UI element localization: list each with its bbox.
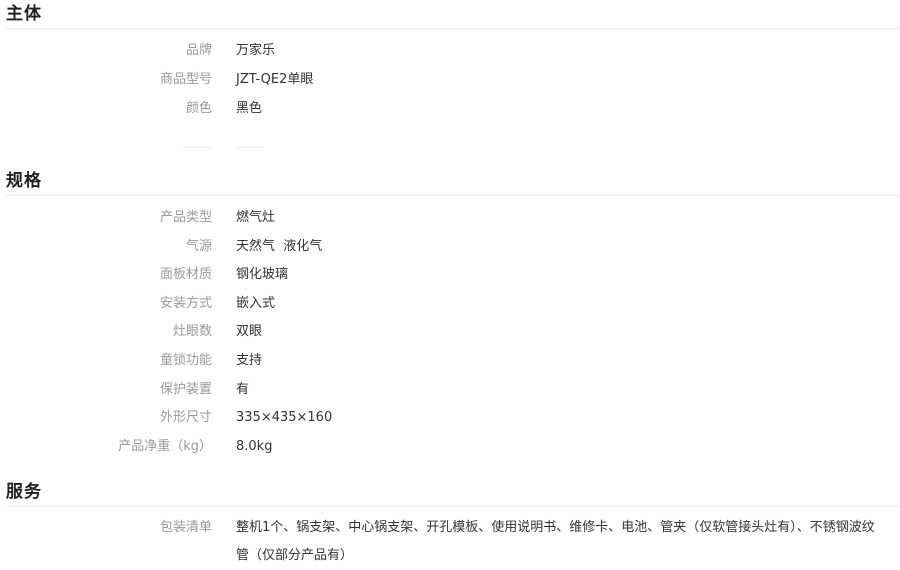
spec-label: 安装方式 [159,296,212,311]
spec-label: 外形尺寸 [159,410,212,425]
faint-divider [183,147,213,148]
spec-page: 主体 品牌 万家乐 商品型号 JZT-QE2单眼 颜色 黑色 规格 产品类型 燃… [0,0,900,567]
spec-value: 嵌入式 [236,296,276,311]
section-divider-specs [6,195,900,196]
spec-value: 8.0kg [236,439,273,454]
spec-label: 灶眼数 [172,324,212,339]
spec-value: 燃气灶 [236,210,276,225]
spec-value: 黑色 [236,101,263,116]
spec-value: 天然气 液化气 [236,239,323,254]
spec-value: 有 [236,382,250,397]
spec-value: 双眼 [236,324,263,339]
section-divider-service [6,506,900,507]
spec-label: 产品净重（kg） [118,439,212,454]
faint-divider [236,147,264,148]
spec-label: 品牌 [185,43,212,58]
spec-label: 气源 [185,239,212,254]
spec-value: JZT-QE2单眼 [236,72,314,87]
section-title-service: 服务 [6,482,42,502]
spec-label: 保护装置 [159,382,212,397]
spec-value: 支持 [236,353,263,368]
spec-value: 335×435×160 [236,410,333,425]
section-title-main: 主体 [6,4,42,24]
spec-label: 包装清单 [159,520,212,535]
spec-label: 童锁功能 [159,353,212,368]
spec-value: 万家乐 [236,43,276,58]
spec-label: 面板材质 [159,267,212,282]
spec-label: 产品类型 [159,210,212,225]
spec-value: 钢化玻璃 [236,267,289,282]
spec-label: 商品型号 [159,72,212,87]
section-divider-main [6,28,900,29]
spec-value: 整机1个、锅支架、中心锅支架、开孔模板、使用说明书、维修卡、电池、管夹（仅软管接… [236,520,875,563]
spec-label: 颜色 [185,101,212,116]
section-title-specs: 规格 [6,171,42,191]
